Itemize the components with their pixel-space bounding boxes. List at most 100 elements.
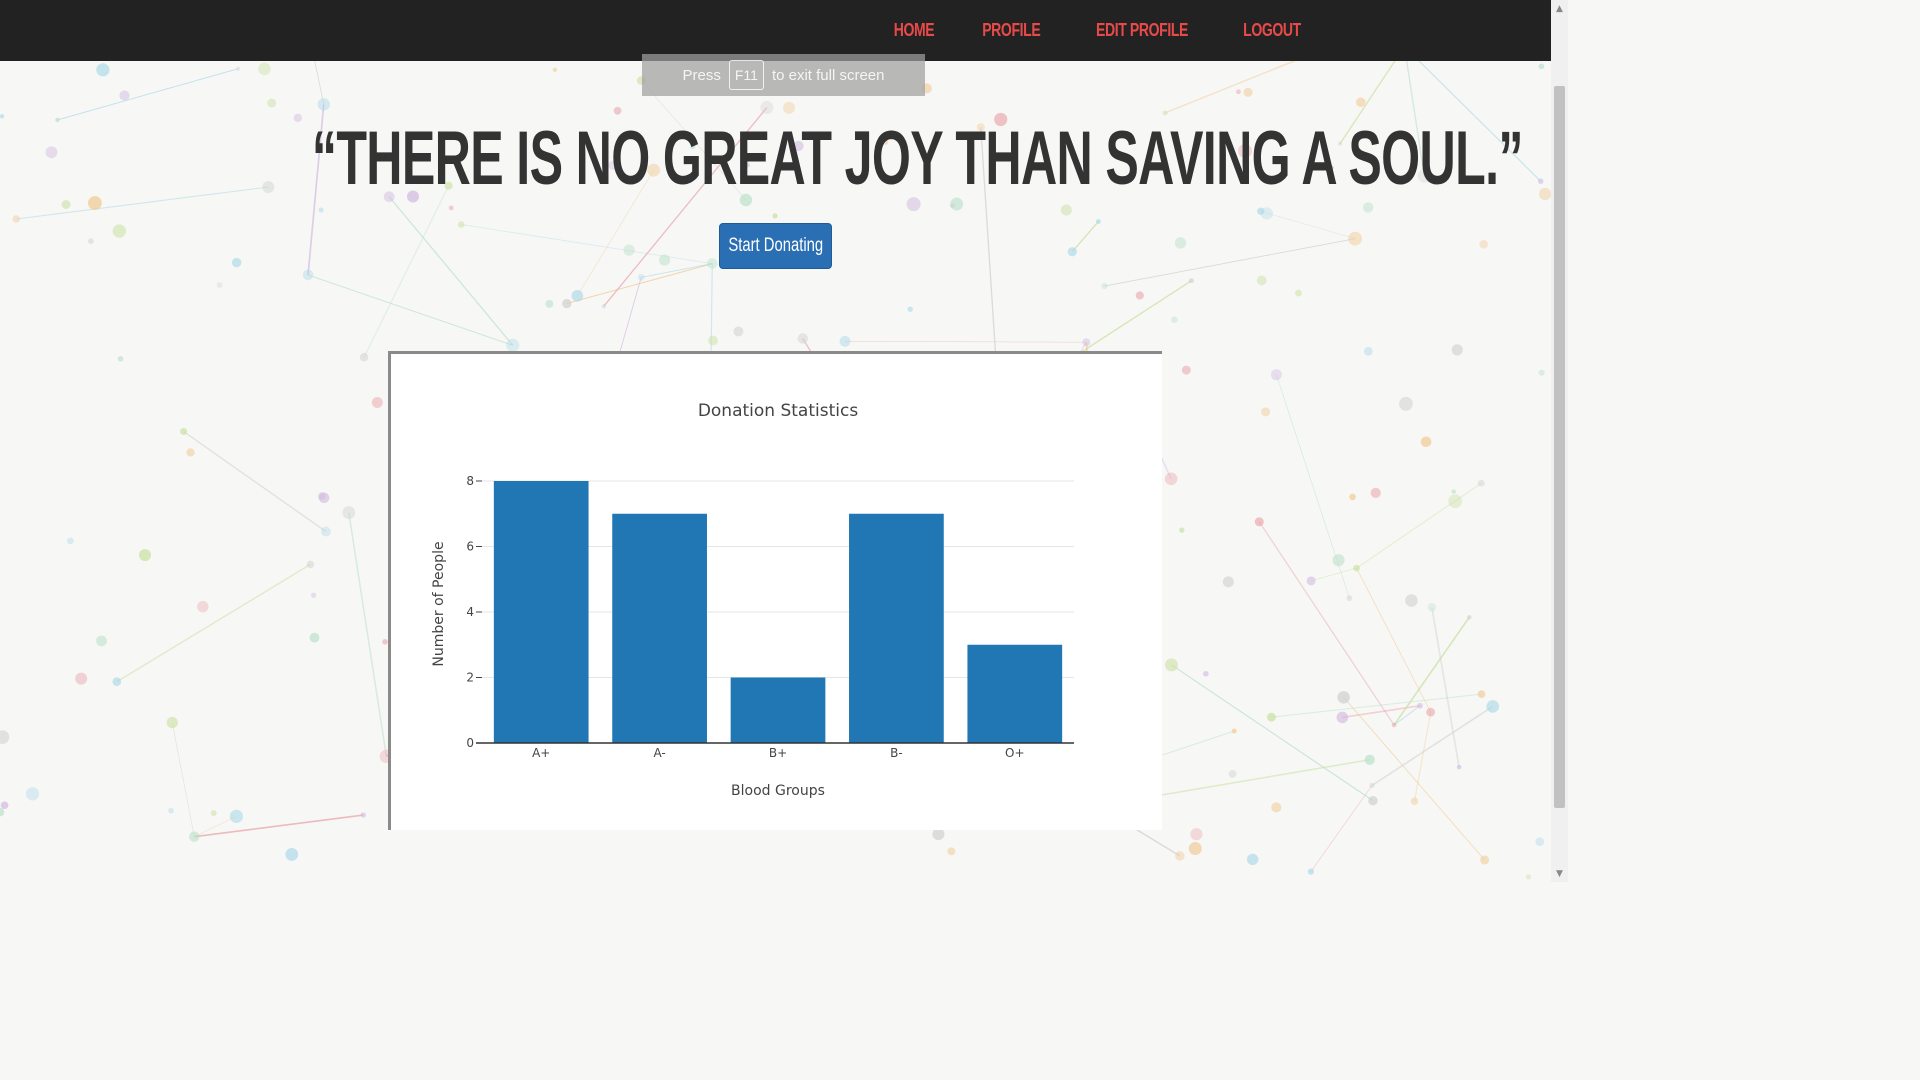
network-node — [12, 215, 21, 223]
network-node — [772, 213, 778, 219]
network-node — [907, 306, 913, 312]
network-node — [947, 847, 956, 856]
network-edge — [171, 722, 195, 837]
chart-x-tick-label: A- — [653, 746, 665, 760]
network-node — [1256, 275, 1267, 286]
network-edge — [1310, 785, 1373, 872]
network-node — [562, 298, 572, 309]
network-node — [1448, 494, 1463, 509]
network-node — [623, 244, 635, 256]
network-node — [457, 221, 465, 228]
network-node — [1332, 554, 1345, 567]
network-node — [1348, 231, 1363, 246]
network-edge — [348, 512, 388, 757]
network-node — [117, 356, 124, 362]
network-node — [66, 537, 74, 545]
scrollbar-thumb[interactable] — [1554, 86, 1565, 808]
chart-bar-Opos[interactable] — [967, 644, 1063, 743]
network-node — [1164, 472, 1178, 486]
network-node — [139, 549, 152, 562]
chart-bar-Bneg[interactable] — [849, 513, 944, 743]
chart-y-tick-label: 6 — [466, 540, 474, 554]
network-node — [1337, 691, 1350, 704]
chart-y-tick-label: 4 — [466, 605, 474, 619]
network-node — [1165, 658, 1179, 672]
network-node — [0, 801, 9, 810]
donation-chart-card: Donation Statistics Blood Groups Number … — [388, 351, 1162, 830]
network-node — [197, 600, 209, 613]
donation-bar-chart: Donation Statistics Blood Groups Number … — [431, 401, 1074, 799]
network-node — [1538, 369, 1545, 376]
network-node — [1256, 207, 1265, 215]
network-node — [797, 333, 809, 344]
fullscreen-toast: Press F11 to exit full screen — [642, 54, 925, 96]
nav-links: HOME PROFILE EDIT PROFILE LOGOUT — [886, 0, 1311, 61]
network-node — [1267, 712, 1276, 722]
chart-x-tick-label: B+ — [769, 746, 787, 760]
network-node — [1391, 722, 1397, 728]
network-node — [309, 632, 320, 643]
network-node — [25, 787, 40, 801]
network-node — [321, 526, 331, 537]
network-node — [1369, 782, 1375, 789]
chart-y-tick-label: 2 — [466, 671, 474, 685]
network-node — [112, 224, 127, 238]
network-node — [0, 730, 10, 744]
network-node — [88, 238, 94, 245]
network-node — [1222, 576, 1234, 588]
network-node — [733, 326, 744, 337]
network-node — [783, 101, 796, 114]
network-node — [1096, 219, 1101, 224]
network-node — [1538, 63, 1545, 70]
nav-profile-link[interactable]: PROFILE — [981, 20, 1042, 41]
network-node — [1243, 87, 1253, 97]
network-edge — [1260, 210, 1356, 239]
network-edge — [1127, 759, 1370, 802]
network-node — [1261, 407, 1271, 417]
chart-bar-Apos[interactable] — [493, 481, 589, 743]
scroll-up-arrow-icon[interactable]: ▲ — [1551, 0, 1568, 17]
network-node — [1399, 396, 1413, 411]
network-edge — [388, 196, 514, 346]
network-node — [1363, 346, 1373, 356]
network-edge — [183, 431, 327, 533]
network-edge — [1104, 238, 1356, 287]
network-node — [310, 592, 317, 598]
network-node — [306, 560, 315, 569]
network-edge — [307, 274, 513, 346]
chart-bar-Aneg[interactable] — [612, 513, 707, 743]
network-node — [382, 639, 388, 645]
network-node — [1353, 564, 1360, 572]
network-node — [186, 448, 195, 457]
network-node — [1060, 204, 1072, 216]
network-node — [545, 299, 554, 308]
nav-edit-profile-link[interactable]: EDIT PROFILE — [1094, 20, 1189, 41]
network-node — [302, 269, 314, 281]
network-node — [1525, 874, 1532, 880]
scroll-down-arrow-icon[interactable]: ▼ — [1551, 865, 1568, 882]
network-node — [1135, 291, 1144, 300]
chart-x-tick-label: B- — [890, 746, 903, 760]
network-edge — [1343, 697, 1485, 861]
network-node — [1370, 487, 1381, 498]
network-node — [1101, 282, 1108, 290]
network-node — [1427, 602, 1437, 612]
vertical-scrollbar[interactable]: ▲ ▼ — [1551, 0, 1568, 882]
network-node — [1295, 289, 1302, 297]
network-node — [506, 338, 520, 352]
network-node — [359, 352, 369, 362]
start-donating-button[interactable]: Start Donating — [719, 223, 832, 269]
network-edge — [844, 340, 1087, 343]
network-node — [1362, 202, 1374, 213]
network-node — [552, 67, 558, 72]
network-node — [1231, 728, 1237, 734]
network-node — [1246, 853, 1259, 866]
network-edge — [1071, 221, 1099, 253]
network-node — [1171, 316, 1178, 323]
chart-bar-Bpos[interactable] — [730, 677, 826, 744]
network-node — [1477, 479, 1485, 487]
network-node — [1410, 797, 1419, 805]
network-node — [180, 428, 188, 436]
nav-home-link[interactable]: HOME — [893, 20, 937, 41]
nav-logout-link[interactable]: LOGOUT — [1242, 20, 1303, 41]
